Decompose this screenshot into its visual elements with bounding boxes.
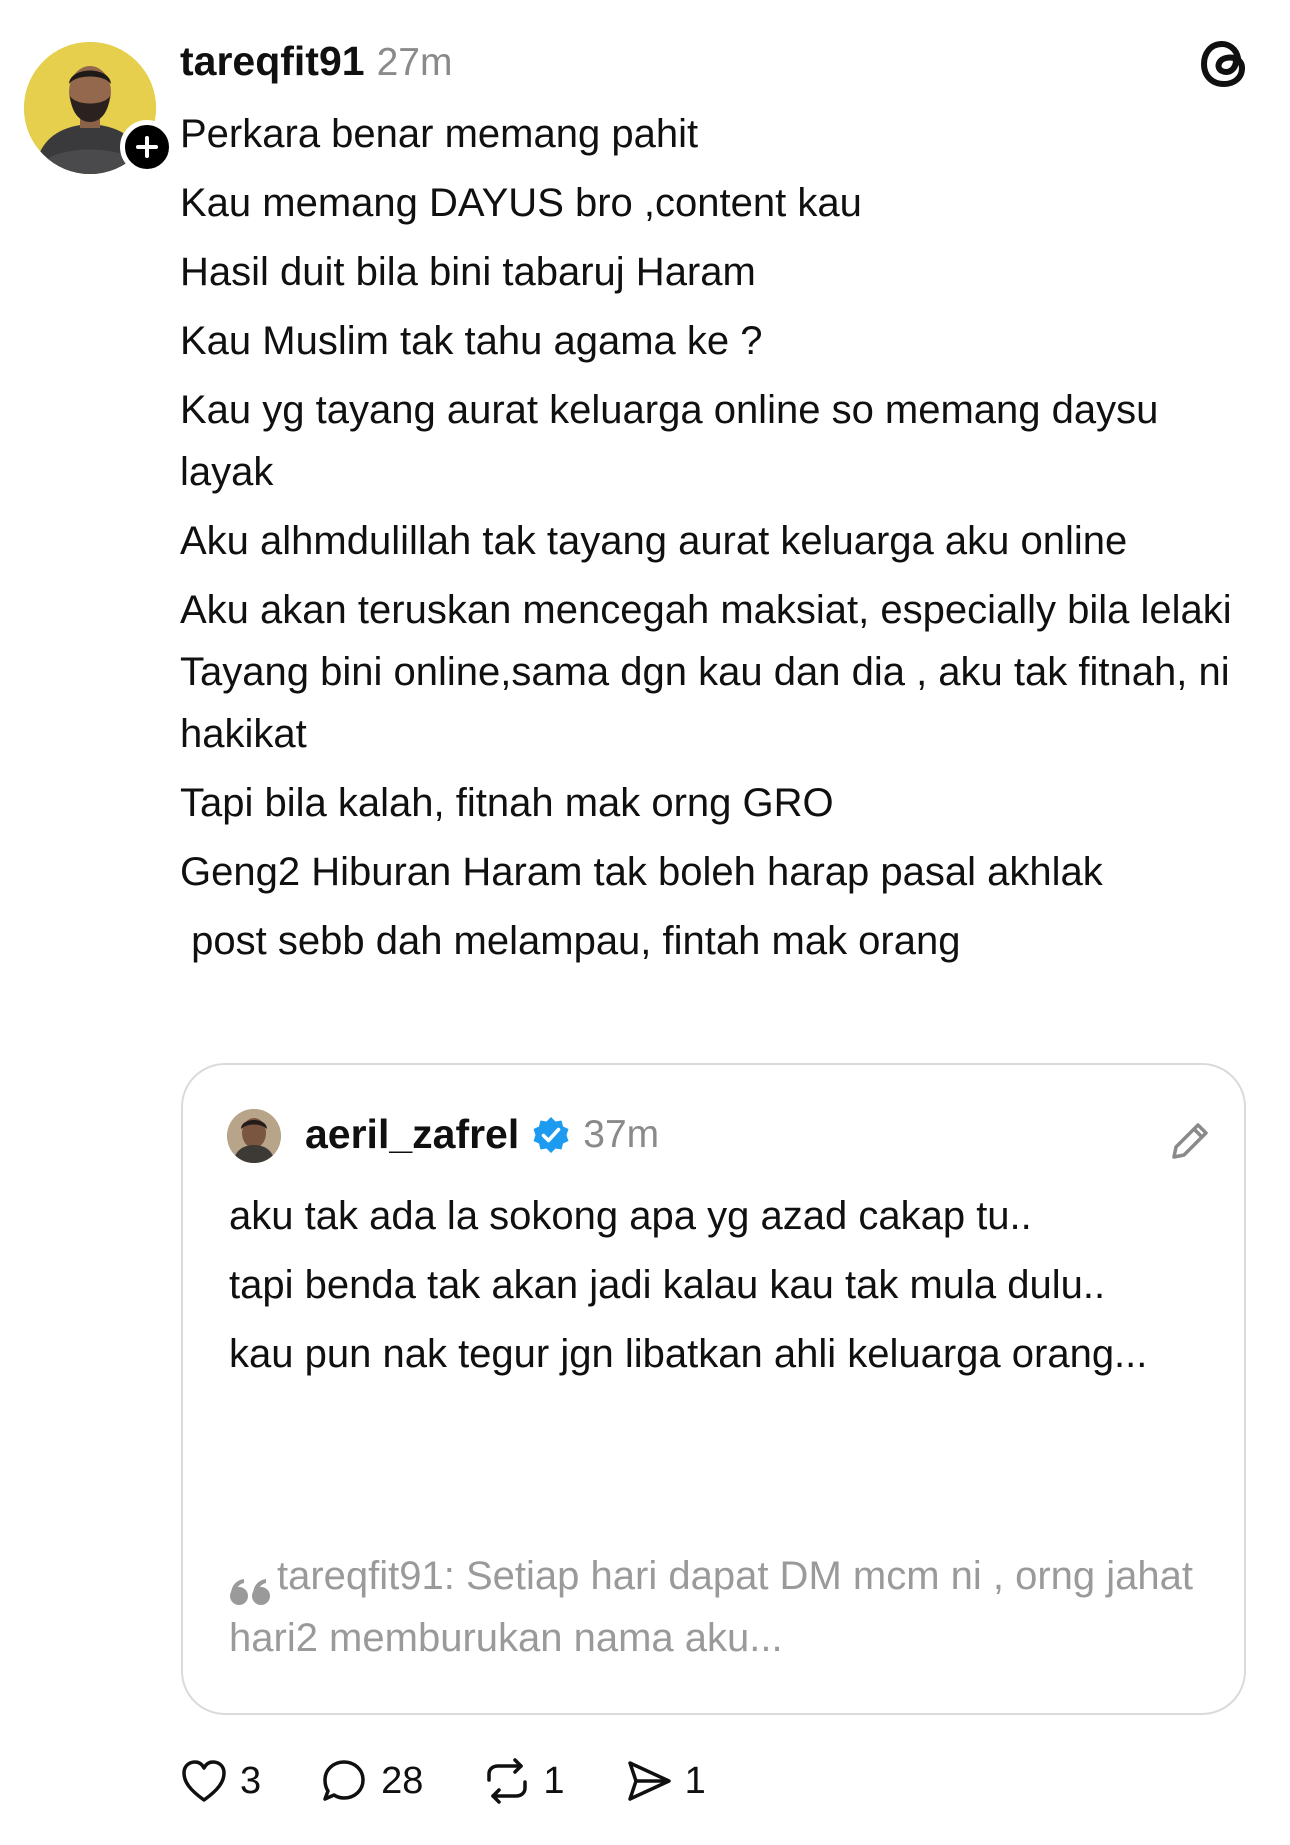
threads-logo-icon[interactable] (1198, 36, 1254, 92)
like-count: 3 (240, 1759, 262, 1802)
avatar-image (227, 1109, 281, 1163)
share-button[interactable]: 1 (625, 1758, 706, 1804)
quoted-post-line: tapi benda tak akan jadi kalau kau tak m… (229, 1263, 1106, 1307)
nested-quote-preview[interactable]: tareqfit91: Setiap hari dapat DM mcm ni … (229, 1545, 1209, 1669)
post-line: Aku akan teruskan mencegah maksiat, espe… (180, 588, 1243, 756)
quoted-post-header: aeril_zafrel 37m (305, 1111, 659, 1158)
reply-count: 28 (381, 1759, 424, 1802)
post-line: post sebb dah melampau, fintah mak orang (180, 919, 961, 963)
author-avatar-container[interactable] (24, 42, 174, 174)
quoted-post-card[interactable]: aeril_zafrel 37m aku tak ada la sokong a… (181, 1063, 1246, 1715)
reply-button[interactable]: 28 (321, 1758, 423, 1804)
post-line: Kau Muslim tak tahu agama ke ? (180, 319, 763, 363)
post-line: Kau yg tayang aurat keluarga online so m… (180, 388, 1170, 494)
post-body: Perkara benar memang pahit Kau memang DA… (180, 103, 1260, 979)
share-count: 1 (684, 1759, 706, 1802)
quoted-author-avatar[interactable] (227, 1109, 281, 1163)
repost-count: 1 (543, 1759, 565, 1802)
post-actions: 3 28 1 1 (180, 1758, 766, 1804)
quoted-post-timestamp: 37m (583, 1112, 660, 1156)
plus-icon (136, 136, 158, 158)
post-line: Geng2 Hiburan Haram tak boleh harap pasa… (180, 850, 1103, 894)
follow-button[interactable] (120, 120, 174, 174)
post-timestamp: 27m (376, 41, 453, 84)
send-icon (627, 1761, 671, 1801)
nested-quote-text: tareqfit91: Setiap hari dapat DM mcm ni … (229, 1554, 1194, 1660)
post-line: Kau memang DAYUS bro ,content kau (180, 181, 862, 225)
quote-mark-icon (229, 1563, 273, 1606)
post-line: Hasil duit bila bini tabaruj Haram (180, 250, 756, 294)
quoted-author-username[interactable]: aeril_zafrel (305, 1111, 519, 1158)
verified-badge-icon (531, 1115, 571, 1155)
post-line: Tapi bila kalah, fitnah mak orng GRO (180, 781, 834, 825)
repost-icon (487, 1758, 528, 1804)
like-button[interactable]: 3 (180, 1758, 261, 1804)
post-line: Aku alhmdulillah tak tayang aurat keluar… (180, 519, 1128, 563)
quoted-post-body: aku tak ada la sokong apa yg azad cakap … (229, 1185, 1209, 1392)
heart-icon (182, 1760, 226, 1802)
quoted-post-line: kau pun nak tegur jgn libatkan ahli kelu… (229, 1332, 1148, 1376)
quoted-post-line: aku tak ada la sokong apa yg azad cakap … (229, 1194, 1032, 1238)
post-line: Perkara benar memang pahit (180, 112, 699, 156)
post-header: tareqfit91 27m (180, 38, 452, 85)
pencil-icon (1166, 1117, 1214, 1165)
author-username[interactable]: tareqfit91 (180, 38, 365, 85)
comment-icon (323, 1760, 365, 1801)
repost-button[interactable]: 1 (483, 1758, 565, 1804)
